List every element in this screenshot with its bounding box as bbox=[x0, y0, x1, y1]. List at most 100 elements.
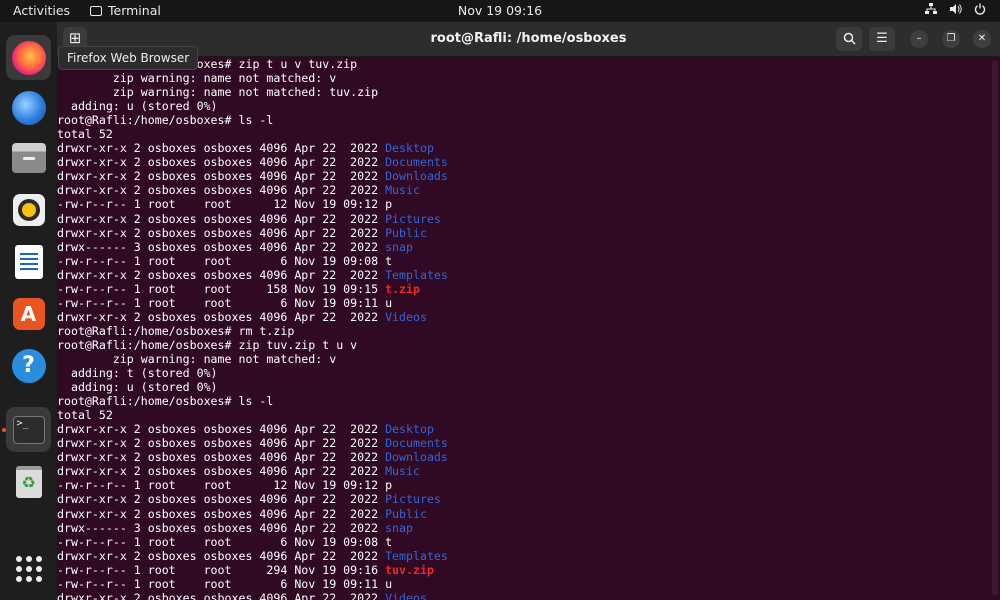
plus-icon: ⊞ bbox=[68, 29, 82, 47]
file-name: Pictures bbox=[385, 211, 441, 226]
terminal-line: -rw-r--r-- 1 root root 6 Nov 19 09:11 u bbox=[57, 577, 987, 591]
dock-tooltip: Firefox Web Browser bbox=[58, 46, 199, 70]
dock-thunderbird[interactable] bbox=[6, 85, 51, 130]
file-attributes: drwxr-xr-x 2 osboxes osboxes 4096 Apr 22… bbox=[57, 492, 386, 507]
dock-firefox[interactable] bbox=[6, 35, 51, 80]
terminal-line: -rw-r--r-- 1 root root 12 Nov 19 09:12 p bbox=[57, 478, 987, 492]
file-attributes: -rw-r--r-- 1 root root 6 Nov 19 09:08 bbox=[57, 534, 386, 549]
file-name: Public bbox=[385, 225, 427, 240]
top-bar: Activities Terminal Nov 19 09:16 bbox=[0, 0, 1000, 22]
dock-rhythmbox[interactable] bbox=[6, 187, 51, 232]
show-apps-icon bbox=[15, 555, 42, 582]
terminal-line: adding: t (stored 0%) bbox=[57, 366, 218, 381]
file-attributes: -rw-r--r-- 1 root root 294 Nov 19 09:16 bbox=[57, 562, 386, 577]
file-name: Documents bbox=[385, 155, 448, 170]
terminal-line: drwxr-xr-x 2 osboxes osboxes 4096 Apr 22… bbox=[57, 183, 987, 197]
search-button[interactable] bbox=[836, 27, 862, 51]
hamburger-icon: ☰ bbox=[876, 31, 888, 46]
thunderbird-icon bbox=[11, 90, 46, 125]
file-attributes: drwx------ 3 osboxes osboxes 4096 Apr 22… bbox=[57, 239, 386, 254]
dock-help[interactable]: ? bbox=[6, 343, 51, 388]
files-icon bbox=[11, 142, 46, 173]
terminal-line: drwxr-xr-x 2 osboxes osboxes 4096 Apr 22… bbox=[57, 268, 987, 282]
terminal-line: drwxr-xr-x 2 osboxes osboxes 4096 Apr 22… bbox=[57, 422, 987, 436]
rhythmbox-icon bbox=[12, 193, 45, 226]
terminal-line: -rw-r--r-- 1 root root 6 Nov 19 09:08 t bbox=[57, 254, 987, 268]
terminal-line: drwxr-xr-x 2 osboxes osboxes 4096 Apr 22… bbox=[57, 436, 987, 450]
maximize-button[interactable]: ❐ bbox=[942, 30, 960, 48]
activities-button[interactable]: Activities bbox=[13, 3, 70, 18]
terminal-line: root@Rafli:/home/osboxes# zip tuv.zip t … bbox=[57, 337, 358, 352]
file-attributes: drwxr-xr-x 2 osboxes osboxes 4096 Apr 22… bbox=[57, 267, 386, 282]
help-icon: ? bbox=[11, 348, 46, 383]
file-attributes: -rw-r--r-- 1 root root 12 Nov 19 09:12 bbox=[57, 197, 386, 212]
search-icon bbox=[843, 32, 856, 45]
dock-app-center[interactable]: A bbox=[6, 291, 51, 336]
terminal-line: drwxr-xr-x 2 osboxes osboxes 4096 Apr 22… bbox=[57, 212, 987, 226]
file-attributes: -rw-r--r-- 1 root root 158 Nov 19 09:15 bbox=[57, 281, 386, 296]
libreoffice-writer-icon bbox=[14, 244, 43, 279]
file-name: Videos bbox=[385, 590, 427, 600]
network-icon[interactable] bbox=[925, 3, 937, 18]
file-name: tuv.zip bbox=[385, 562, 434, 577]
terminal-line: -rw-r--r-- 1 root root 6 Nov 19 09:08 t bbox=[57, 535, 987, 549]
terminal-line: adding: u (stored 0%) bbox=[57, 99, 218, 114]
file-name: Desktop bbox=[385, 141, 434, 156]
app-name: Terminal bbox=[108, 3, 161, 18]
dock-terminal[interactable]: >_ bbox=[6, 407, 51, 452]
file-attributes: drwxr-xr-x 2 osboxes osboxes 4096 Apr 22… bbox=[57, 169, 386, 184]
restore-icon: ❐ bbox=[946, 33, 956, 44]
terminal-line: drwx------ 3 osboxes osboxes 4096 Apr 22… bbox=[57, 240, 987, 254]
window-titlebar[interactable]: ⊞ root@Rafli: /home/osboxes ☰ – ❐ ✕ bbox=[57, 22, 1000, 57]
terminal-line: drwxr-xr-x 2 osboxes osboxes 4096 Apr 22… bbox=[57, 591, 987, 600]
terminal-line: root@Rafli:/home/osboxes# rm t.zip bbox=[57, 323, 295, 338]
close-button[interactable]: ✕ bbox=[973, 30, 991, 48]
file-attributes: drwxr-xr-x 2 osboxes osboxes 4096 Apr 22… bbox=[57, 464, 386, 479]
dock-trash[interactable]: ♻ bbox=[6, 459, 51, 504]
scrollbar[interactable] bbox=[992, 60, 998, 596]
terminal-line: -rw-r--r-- 1 root root 12 Nov 19 09:12 p bbox=[57, 197, 987, 211]
terminal-line: drwxr-xr-x 2 osboxes osboxes 4096 Apr 22… bbox=[57, 226, 987, 240]
file-attributes: drwxr-xr-x 2 osboxes osboxes 4096 Apr 22… bbox=[57, 436, 386, 451]
menu-button[interactable]: ☰ bbox=[869, 27, 895, 51]
terminal-line: drwxr-xr-x 2 osboxes osboxes 4096 Apr 22… bbox=[57, 464, 987, 478]
terminal-line: drwxr-xr-x 2 osboxes osboxes 4096 Apr 22… bbox=[57, 450, 987, 464]
firefox-icon bbox=[11, 40, 46, 75]
volume-icon[interactable] bbox=[949, 3, 962, 18]
dock-writer[interactable] bbox=[6, 239, 51, 284]
minimize-icon: – bbox=[916, 33, 922, 44]
terminal-line: zip warning: name not matched: v bbox=[57, 71, 337, 86]
terminal-line: zip warning: name not matched: tuv.zip bbox=[57, 85, 379, 100]
file-attributes: drwxr-xr-x 2 osboxes osboxes 4096 Apr 22… bbox=[57, 309, 386, 324]
file-name: Documents bbox=[385, 436, 448, 451]
file-name: Music bbox=[385, 464, 420, 479]
terminal-line: -rw-r--r-- 1 root root 158 Nov 19 09:15 … bbox=[57, 282, 987, 296]
file-name: p bbox=[385, 197, 393, 212]
dock-show-apps[interactable] bbox=[6, 546, 51, 591]
power-icon[interactable] bbox=[974, 3, 986, 18]
file-name: Desktop bbox=[385, 422, 434, 437]
terminal-line: zip warning: name not matched: v bbox=[57, 351, 337, 366]
terminal-line: -rw-r--r-- 1 root root 294 Nov 19 09:16 … bbox=[57, 563, 987, 577]
app-menu[interactable]: Terminal bbox=[90, 3, 161, 18]
terminal-output[interactable]: root@Rafli:/home/osboxes# zip t u v tuv.… bbox=[57, 57, 987, 600]
terminal-line: drwx------ 3 osboxes osboxes 4096 Apr 22… bbox=[57, 521, 987, 535]
system-tray[interactable] bbox=[925, 3, 986, 18]
file-name: snap bbox=[385, 520, 413, 535]
file-attributes: drwxr-xr-x 2 osboxes osboxes 4096 Apr 22… bbox=[57, 141, 386, 156]
dock: A ? >_ ♻ bbox=[0, 22, 57, 600]
file-attributes: drwxr-xr-x 2 osboxes osboxes 4096 Apr 22… bbox=[57, 506, 386, 521]
terminal-line: root@Rafli:/home/osboxes# ls -l bbox=[57, 394, 274, 409]
minimize-button[interactable]: – bbox=[910, 30, 928, 48]
file-attributes: -rw-r--r-- 1 root root 6 Nov 19 09:11 bbox=[57, 576, 386, 591]
dock-files[interactable] bbox=[6, 135, 51, 180]
file-name: Templates bbox=[385, 267, 448, 282]
file-name: Downloads bbox=[385, 169, 448, 184]
file-attributes: drwxr-xr-x 2 osboxes osboxes 4096 Apr 22… bbox=[57, 590, 386, 600]
close-icon: ✕ bbox=[977, 33, 987, 44]
trash-icon: ♻ bbox=[15, 465, 42, 498]
terminal-icon: >_ bbox=[12, 415, 45, 444]
clock[interactable]: Nov 19 09:16 bbox=[458, 3, 542, 18]
file-attributes: drwxr-xr-x 2 osboxes osboxes 4096 Apr 22… bbox=[57, 183, 386, 198]
file-name: snap bbox=[385, 239, 413, 254]
